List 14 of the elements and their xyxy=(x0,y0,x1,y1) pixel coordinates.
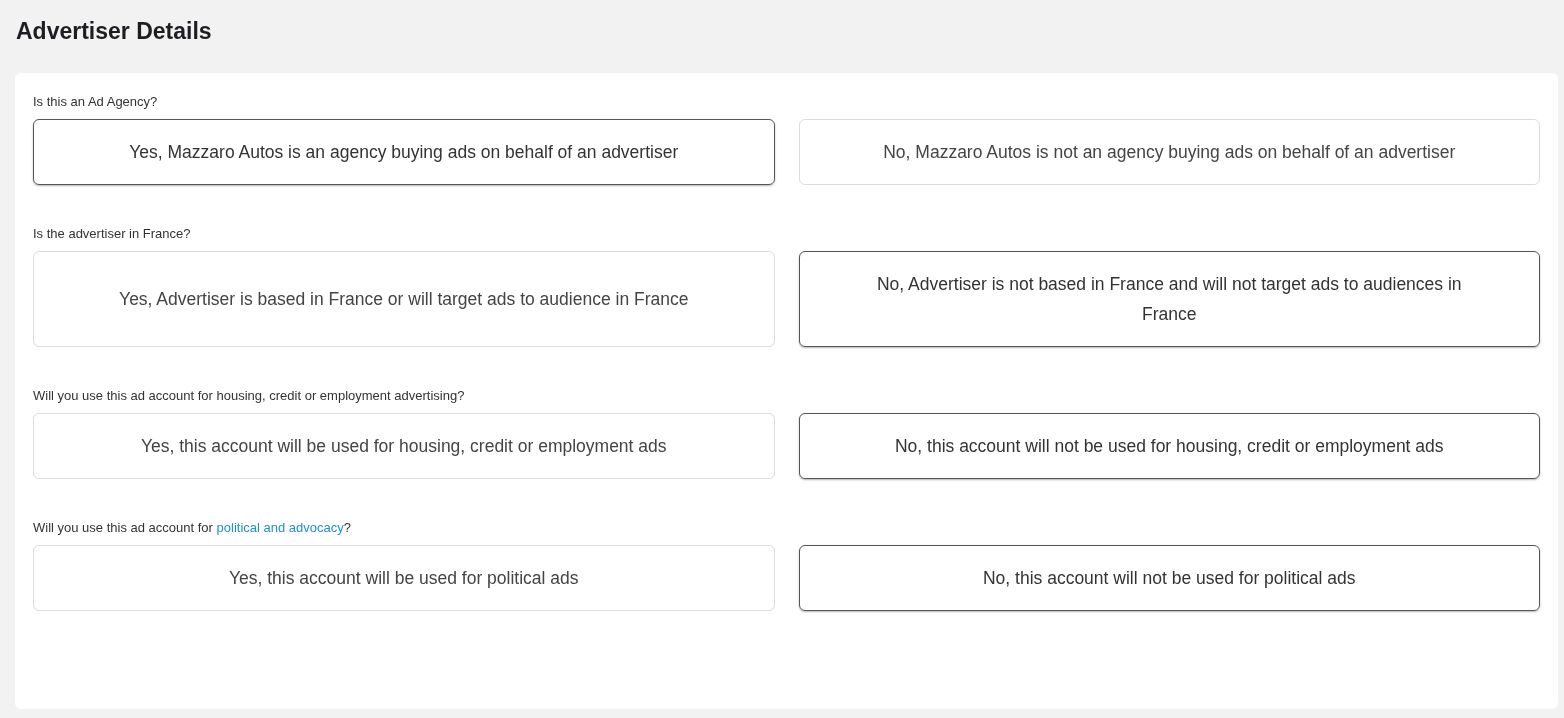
question-label: Is this an Ad Agency? xyxy=(33,93,159,111)
answer-option[interactable]: Yes, Advertiser is based in France or will target ads to audience in France xyxy=(33,251,775,347)
policy-link[interactable]: political and advocacy xyxy=(216,520,344,535)
answer-option[interactable]: Yes, this account will be used for political ads xyxy=(33,545,775,611)
answer-option[interactable]: Yes, Mazzaro Autos is an agency buying ads on behalf of an advertiser xyxy=(33,119,775,185)
question-label: Will you use this ad account for political and advocacy? xyxy=(33,519,352,537)
question-label: Will you use this ad account for housing, credit or employment advertising? xyxy=(33,387,466,405)
question-label: Is the advertiser in France? xyxy=(33,225,192,243)
answer-option[interactable]: No, this account will not be used for political ads xyxy=(798,545,1540,611)
answer-option[interactable]: No, this account will not be used for housing, credit or employment ads xyxy=(798,413,1540,479)
answer-option[interactable]: Yes, this account will be used for housing, credit or employment ads xyxy=(33,413,775,479)
answer-option[interactable]: No, Advertiser is not based in France and will not target ads to audiences in France xyxy=(798,251,1540,347)
answer-option[interactable]: No, Mazzaro Autos is not an agency buying ads on behalf of an advertiser xyxy=(798,119,1540,185)
section-title: Advertiser Details xyxy=(16,17,212,46)
